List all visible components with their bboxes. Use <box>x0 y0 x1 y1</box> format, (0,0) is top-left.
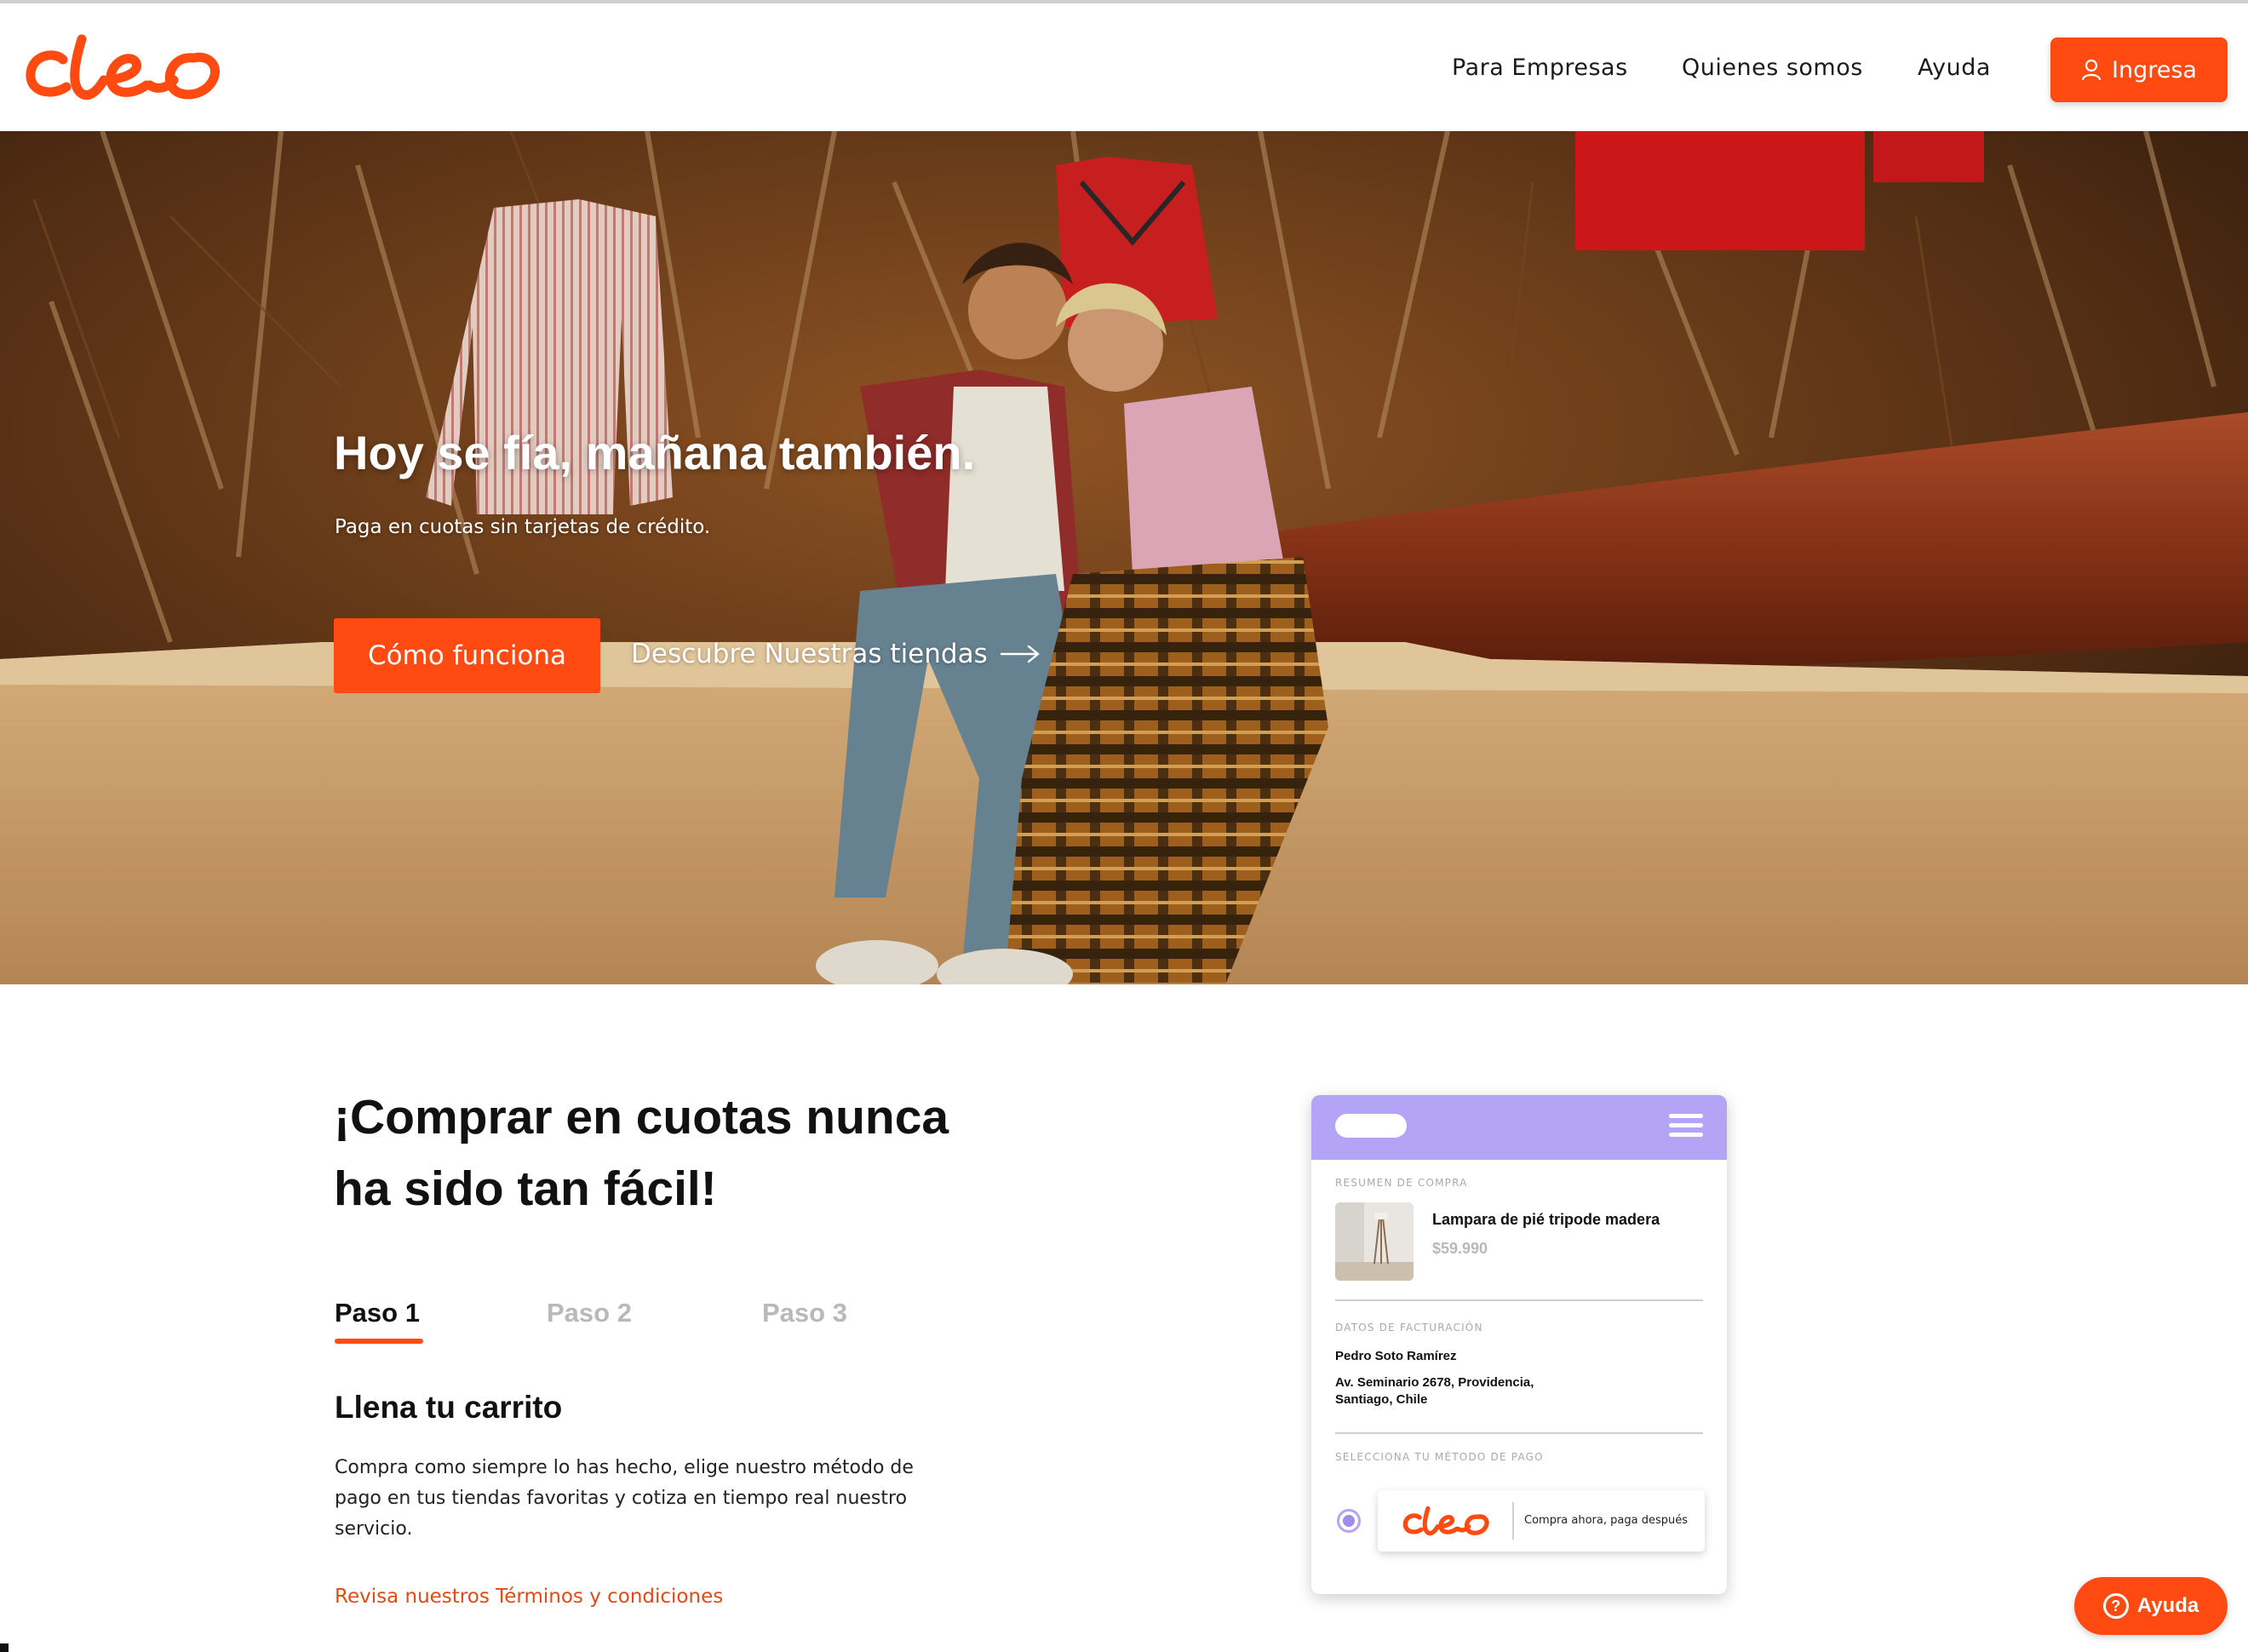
billing-label: DATOS DE FACTURACIÓN <box>1335 1322 1483 1334</box>
active-tab-indicator <box>335 1339 423 1344</box>
summary-label: RESUMEN DE COMPRA <box>1335 1177 1468 1189</box>
terms-link[interactable]: Revisa nuestros Términos y condiciones <box>335 1586 723 1608</box>
billing-name: Pedro Soto Ramírez <box>1335 1349 1457 1363</box>
login-button-label: Ingresa <box>2112 56 2197 83</box>
nav-link-para-empresas[interactable]: Para Empresas <box>1452 54 1628 81</box>
checkout-mockup: RESUMEN DE COMPRA Lampara de pié tripode… <box>1311 1095 1727 1594</box>
tab-paso-1[interactable]: Paso 1 <box>335 1298 420 1328</box>
payment-tagline: Compra ahora, paga después <box>1524 1514 1688 1527</box>
tab-paso-2[interactable]: Paso 2 <box>547 1298 632 1328</box>
cleo-logo[interactable] <box>22 32 227 106</box>
step-title: Llena tu carrito <box>335 1390 563 1425</box>
mockup-pill <box>1335 1114 1407 1138</box>
site-header: Para Empresas Quienes somos Ayuda Ingres… <box>0 3 2248 131</box>
window-corner <box>0 1643 9 1652</box>
hamburger-icon <box>1669 1114 1703 1138</box>
user-icon <box>2081 59 2102 81</box>
hero-subtitle: Paga en cuotas sin tarjetas de crédito. <box>335 516 711 538</box>
hero-banner: Hoy se fía, mañana también. Paga en cuot… <box>0 131 2248 984</box>
arrow-right-icon <box>1000 645 1040 663</box>
section-title: ¡Comprar en cuotas nunca ha sido tan fác… <box>334 1090 949 1216</box>
tab-paso-3[interactable]: Paso 3 <box>762 1298 847 1328</box>
payment-radio <box>1337 1509 1361 1533</box>
como-funciona-button[interactable]: Cómo funciona <box>334 618 600 693</box>
payment-method-label: SELECCIONA TU MÉTODO DE PAGO <box>1335 1451 1544 1463</box>
step-description: Compra como siempre lo has hecho, elige … <box>335 1457 914 1540</box>
hero-photo <box>0 131 2248 984</box>
cleo-payment-logo <box>1402 1506 1489 1536</box>
question-icon: ? <box>2102 1593 2129 1619</box>
login-button[interactable]: Ingresa <box>2050 37 2228 102</box>
mockup-header-bar <box>1311 1095 1727 1160</box>
product-price: $59.990 <box>1432 1240 1488 1257</box>
payment-option-cleo: Compra ahora, paga después <box>1378 1490 1705 1552</box>
payment-separator <box>1512 1502 1514 1540</box>
divider <box>1335 1432 1703 1434</box>
nav-link-ayuda[interactable]: Ayuda <box>1918 54 1991 81</box>
product-thumbnail <box>1335 1202 1414 1281</box>
help-chat-button[interactable]: ? Ayuda <box>2074 1577 2228 1635</box>
nav-link-quienes-somos[interactable]: Quienes somos <box>1682 54 1863 81</box>
hero-title: Hoy se fía, mañana también. <box>334 426 976 479</box>
divider <box>1335 1299 1703 1301</box>
descubre-tiendas-label: Descubre Nuestras tiendas <box>631 639 988 669</box>
product-name: Lampara de pié tripode madera <box>1432 1211 1660 1228</box>
billing-address: Av. Seminario 2678, Providencia, Santiag… <box>1335 1375 1534 1407</box>
help-button-label: Ayuda <box>2136 1594 2199 1617</box>
descubre-tiendas-link[interactable]: Descubre Nuestras tiendas <box>631 639 1041 669</box>
